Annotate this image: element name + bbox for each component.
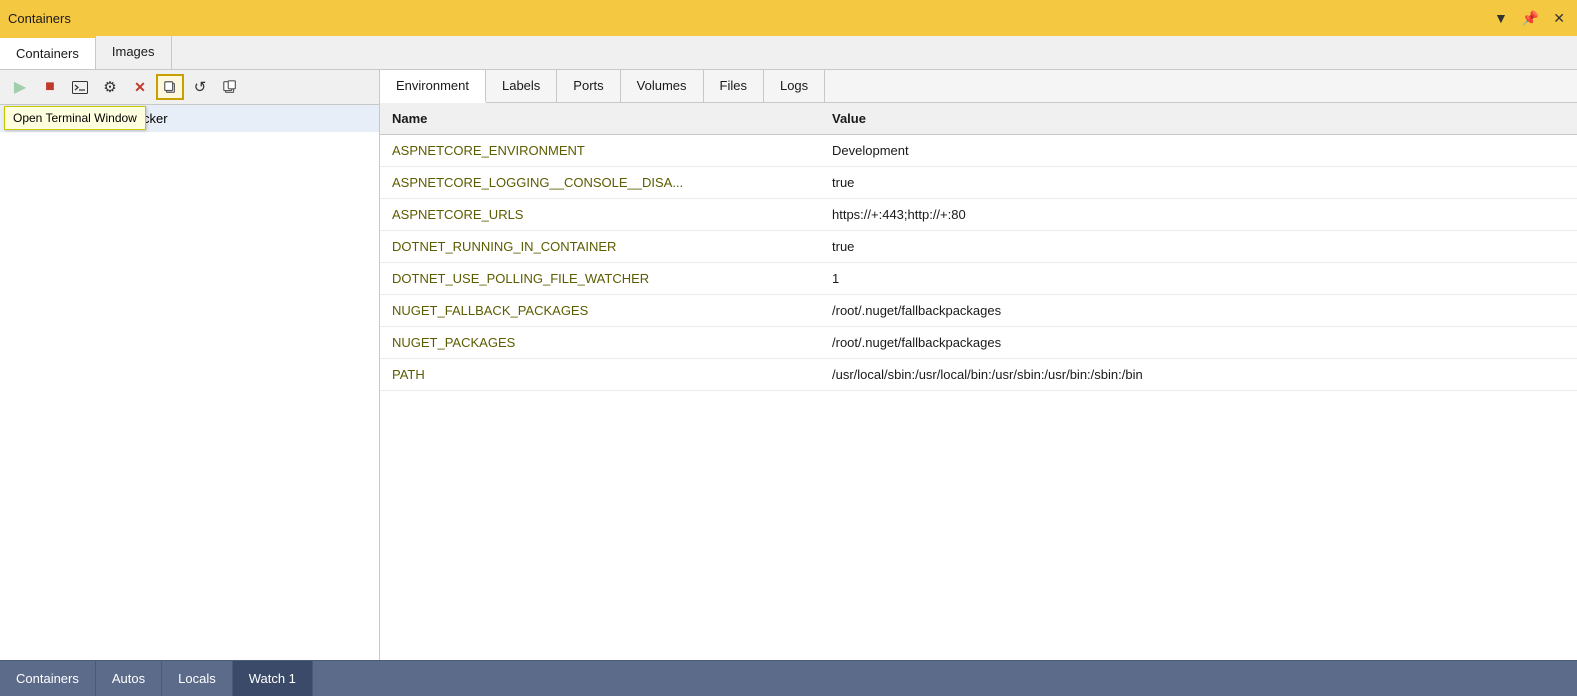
window-title: Containers [8, 11, 71, 26]
env-row[interactable]: NUGET_FALLBACK_PACKAGES /root/.nuget/fal… [380, 295, 1577, 327]
title-bar-controls: ▼ 📌 ✕ [1490, 8, 1569, 29]
terminal-button[interactable] [66, 74, 94, 100]
env-value: /root/.nuget/fallbackpackages [820, 299, 1577, 322]
env-row[interactable]: DOTNET_RUNNING_IN_CONTAINER true [380, 231, 1577, 263]
name-header: Name [380, 107, 820, 130]
tab-labels[interactable]: Labels [486, 70, 557, 102]
env-value: /usr/local/sbin:/usr/local/bin:/usr/sbin… [820, 363, 1577, 386]
main-content: Containers Images ▶ ■ ⚙ ✕ [0, 36, 1577, 660]
pin-button[interactable]: 📌 [1518, 8, 1543, 29]
right-panel: Environment Labels Ports Volumes Files L… [380, 70, 1577, 660]
env-name: ASPNETCORE_ENVIRONMENT [380, 139, 820, 162]
env-row[interactable]: ASPNETCORE_URLS https://+:443;http://+:8… [380, 199, 1577, 231]
env-value: true [820, 235, 1577, 258]
env-value: Development [820, 139, 1577, 162]
tab-containers[interactable]: Containers [0, 36, 96, 69]
tab-volumes[interactable]: Volumes [621, 70, 704, 102]
env-name: ASPNETCORE_LOGGING__CONSOLE__DISA... [380, 171, 820, 194]
env-name: PATH [380, 363, 820, 386]
delete-button[interactable]: ✕ [126, 74, 154, 100]
env-value: /root/.nuget/fallbackpackages [820, 331, 1577, 354]
toolbar-tooltip: Open Terminal Window [4, 106, 146, 130]
env-value: 1 [820, 267, 1577, 290]
env-row[interactable]: NUGET_PACKAGES /root/.nuget/fallbackpack… [380, 327, 1577, 359]
tab-ports[interactable]: Ports [557, 70, 620, 102]
tab-environment[interactable]: Environment [380, 70, 486, 103]
tab-logs[interactable]: Logs [764, 70, 825, 102]
bottom-tab-autos[interactable]: Autos [96, 661, 162, 696]
env-name: NUGET_PACKAGES [380, 331, 820, 354]
detail-tabs: Environment Labels Ports Volumes Files L… [380, 70, 1577, 103]
env-rows: ASPNETCORE_ENVIRONMENT Development ASPNE… [380, 135, 1577, 391]
left-panel: ▶ ■ ⚙ ✕ ↺ [0, 70, 380, 660]
stop-button[interactable]: ■ [36, 74, 64, 100]
env-name: DOTNET_RUNNING_IN_CONTAINER [380, 235, 820, 258]
env-row[interactable]: PATH /usr/local/sbin:/usr/local/bin:/usr… [380, 359, 1577, 391]
start-button[interactable]: ▶ [6, 74, 34, 100]
env-row[interactable]: DOTNET_USE_POLLING_FILE_WATCHER 1 [380, 263, 1577, 295]
env-name: DOTNET_USE_POLLING_FILE_WATCHER [380, 267, 820, 290]
env-row[interactable]: ASPNETCORE_ENVIRONMENT Development [380, 135, 1577, 167]
bottom-tab-locals[interactable]: Locals [162, 661, 233, 696]
value-header: Value [820, 107, 1577, 130]
copy-button[interactable] [156, 74, 184, 100]
close-button[interactable]: ✕ [1549, 8, 1569, 29]
top-tab-bar: Containers Images [0, 36, 1577, 70]
body-area: ▶ ■ ⚙ ✕ ↺ [0, 70, 1577, 660]
title-bar: Containers ▼ 📌 ✕ [0, 0, 1577, 36]
env-value: https://+:443;http://+:80 [820, 203, 1577, 226]
bottom-tab-bar: Containers Autos Locals Watch 1 [0, 660, 1577, 696]
dropdown-button[interactable]: ▼ [1490, 8, 1512, 28]
bottom-tab-watch1[interactable]: Watch 1 [233, 661, 313, 696]
env-name: NUGET_FALLBACK_PACKAGES [380, 299, 820, 322]
refresh-button[interactable]: ↺ [186, 74, 214, 100]
env-table-header: Name Value [380, 103, 1577, 135]
container-list: WebApplication-Docker [0, 105, 379, 660]
env-value: true [820, 171, 1577, 194]
bottom-tab-containers[interactable]: Containers [0, 661, 96, 696]
env-table: Name Value ASPNETCORE_ENVIRONMENT Develo… [380, 103, 1577, 660]
copy-multi-button[interactable] [216, 74, 244, 100]
tab-images[interactable]: Images [96, 36, 172, 69]
env-row[interactable]: ASPNETCORE_LOGGING__CONSOLE__DISA... tru… [380, 167, 1577, 199]
settings-button[interactable]: ⚙ [96, 74, 124, 100]
toolbar: ▶ ■ ⚙ ✕ ↺ [0, 70, 379, 105]
tab-files[interactable]: Files [704, 70, 764, 102]
env-name: ASPNETCORE_URLS [380, 203, 820, 226]
